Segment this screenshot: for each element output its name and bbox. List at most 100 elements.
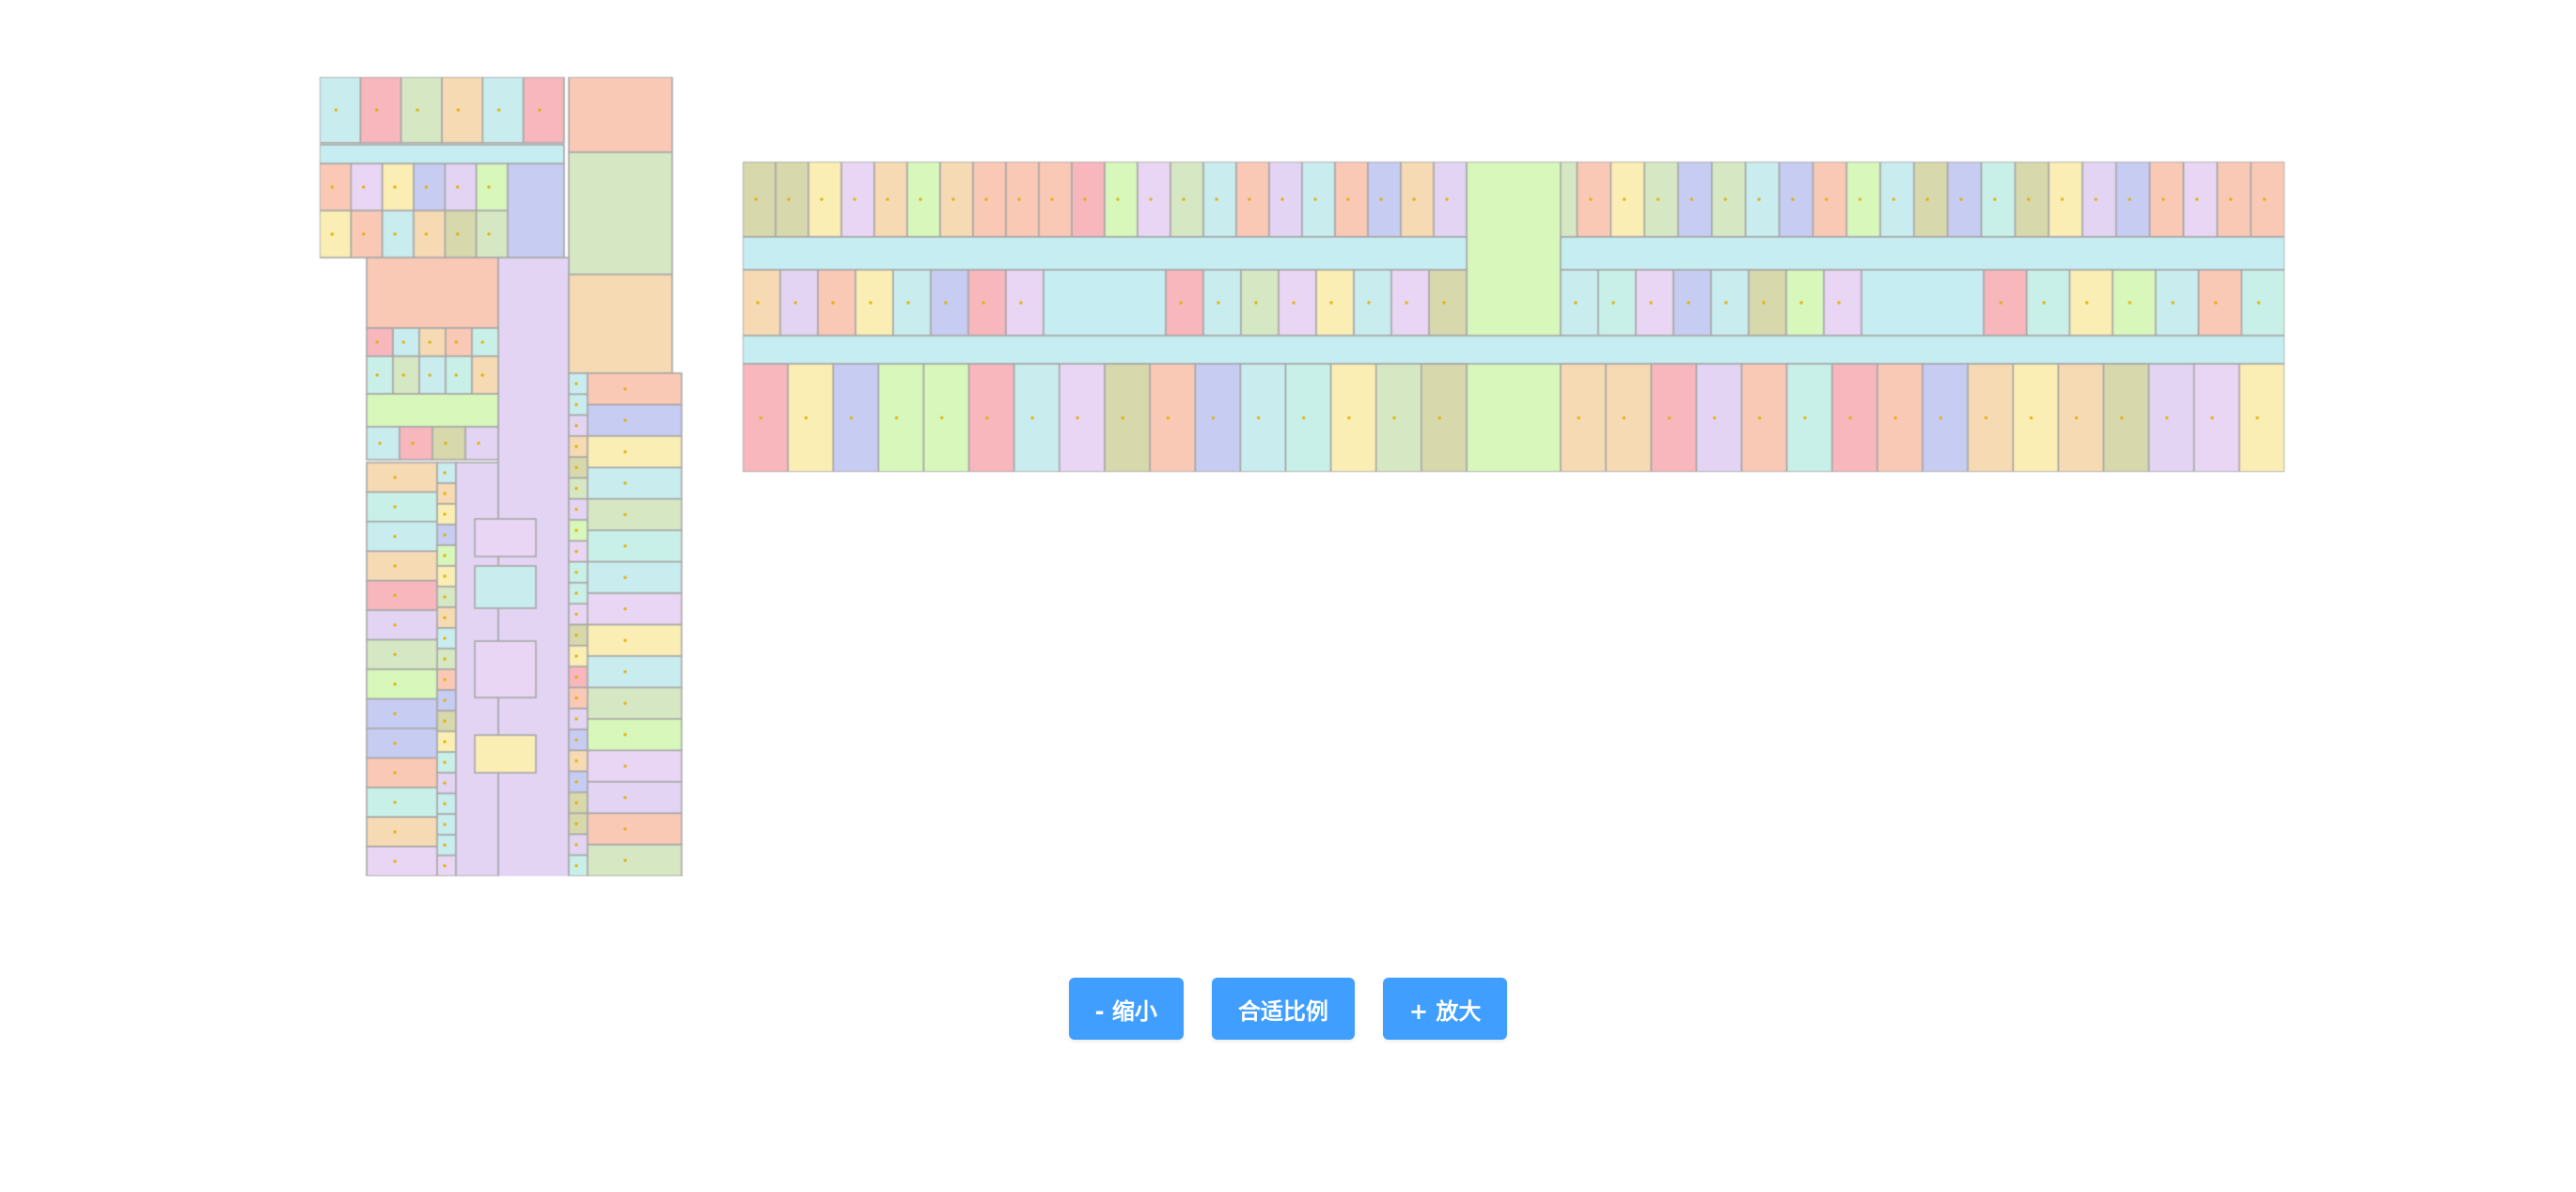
room-marker (2060, 197, 2065, 201)
room (1560, 269, 1599, 337)
room-marker (1611, 301, 1615, 305)
room (366, 355, 394, 395)
room (877, 363, 925, 472)
room-marker (1656, 197, 1660, 201)
room (1635, 269, 1674, 337)
room (436, 772, 457, 794)
room (568, 729, 589, 752)
room (587, 718, 683, 752)
room-marker (428, 340, 432, 344)
room (587, 466, 683, 500)
room-marker (1437, 416, 1441, 420)
room (436, 586, 457, 608)
room-marker (393, 771, 397, 775)
room (1428, 269, 1468, 337)
fit-to-view-button[interactable]: 合适比例 (1211, 978, 1355, 1040)
room-marker (480, 373, 484, 377)
zoom-in-button[interactable]: + 放大 (1382, 978, 1508, 1040)
room-marker (754, 197, 758, 201)
room (436, 792, 457, 815)
room (1005, 162, 1040, 238)
room-marker (416, 108, 419, 112)
room (445, 355, 473, 395)
room (2102, 363, 2150, 472)
floor-plan-vertical-wing[interactable] (320, 77, 686, 876)
room (808, 162, 842, 238)
room (2147, 363, 2195, 472)
room-marker (574, 549, 578, 554)
room-marker (623, 638, 627, 642)
room (1421, 363, 1468, 472)
room-marker (2085, 301, 2089, 305)
room (1239, 363, 1287, 472)
room (568, 274, 673, 374)
room (1830, 363, 1878, 472)
room-marker (393, 830, 397, 834)
room (413, 163, 447, 212)
room-marker (1445, 197, 1449, 201)
room (892, 269, 932, 337)
room-marker (1292, 301, 1296, 305)
room (366, 698, 438, 729)
room-marker (456, 232, 460, 236)
room-marker (1649, 301, 1653, 305)
room-marker (334, 108, 338, 112)
room (743, 162, 777, 238)
room (2250, 162, 2285, 238)
room (2197, 269, 2243, 337)
room-marker (443, 719, 447, 723)
room-marker (1076, 416, 1079, 420)
room (436, 544, 457, 567)
room-marker (393, 682, 397, 686)
room (418, 327, 447, 357)
room-marker (574, 654, 578, 658)
room (436, 813, 457, 836)
room (775, 162, 809, 238)
room-marker (443, 678, 447, 682)
room-marker (984, 197, 988, 201)
room (350, 210, 384, 259)
room (1812, 162, 1847, 238)
room-marker (393, 505, 397, 509)
room (1104, 162, 1139, 238)
room-marker (1442, 301, 1446, 305)
room (743, 269, 781, 337)
room-marker (2128, 301, 2132, 305)
room (1059, 363, 1106, 472)
floor-plan-horizontal-wing[interactable] (743, 162, 2285, 472)
room (366, 638, 438, 670)
room (922, 363, 970, 472)
room (381, 210, 415, 259)
room (568, 456, 589, 479)
room (568, 519, 589, 542)
room (1576, 162, 1612, 238)
room (1560, 363, 1607, 472)
room (568, 644, 589, 667)
room (1165, 269, 1204, 337)
room-marker (1984, 416, 1987, 420)
room-marker (1254, 301, 1258, 305)
room-marker (623, 764, 627, 768)
room-marker (574, 591, 578, 595)
room (474, 518, 537, 557)
room (587, 592, 683, 626)
room-marker (424, 185, 428, 189)
room-marker (1858, 197, 1862, 201)
room-marker (623, 481, 627, 485)
room-marker (443, 802, 447, 806)
room (436, 730, 457, 753)
room-marker (574, 738, 578, 742)
room (939, 162, 974, 238)
zoom-out-button[interactable]: - 缩小 (1068, 978, 1184, 1040)
room-marker (1589, 197, 1593, 201)
room-marker (2165, 416, 2169, 420)
room-marker (1825, 197, 1829, 201)
room (967, 363, 1015, 472)
room-marker (906, 301, 910, 305)
room (1329, 363, 1377, 472)
room (840, 162, 875, 238)
room (366, 550, 438, 582)
room-marker (378, 441, 382, 446)
room-marker (574, 780, 578, 784)
room-marker (444, 441, 448, 446)
